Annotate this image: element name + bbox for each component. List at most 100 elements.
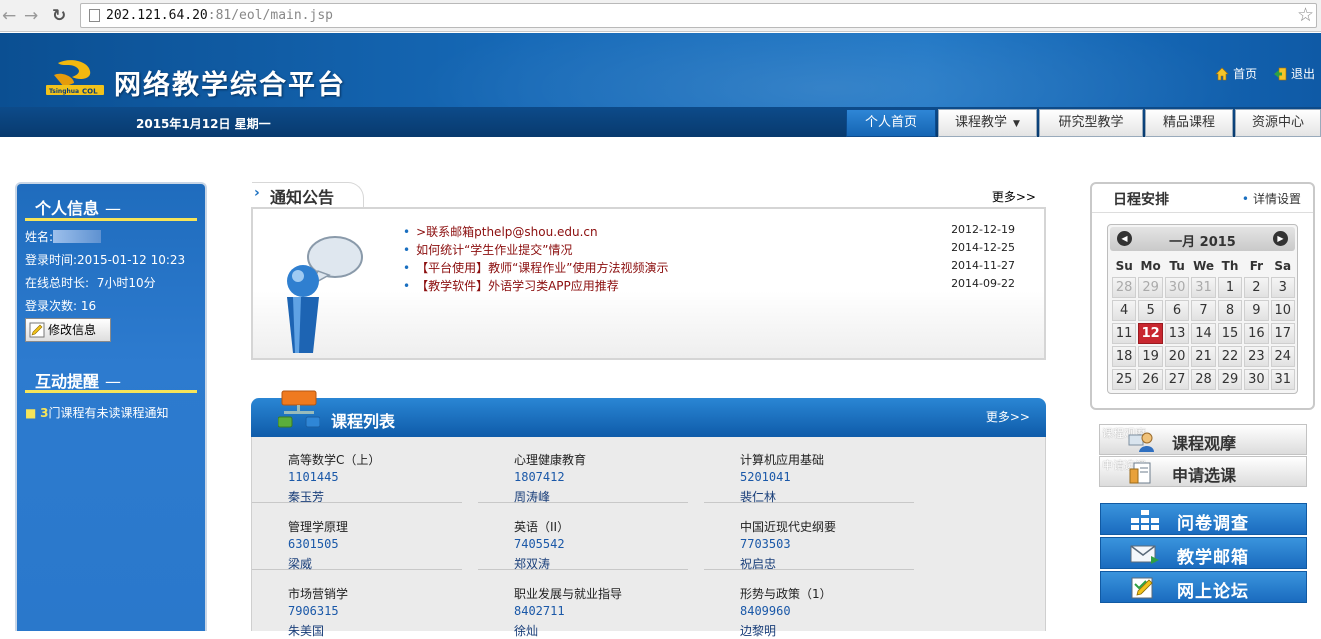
home-icon — [1215, 67, 1229, 81]
header-links: 首页 退出 — [1203, 65, 1315, 82]
calendar-day[interactable]: 23 — [1244, 346, 1269, 367]
tab-quality-courses[interactable]: 精品课程 — [1145, 109, 1233, 137]
calendar-day[interactable]: 6 — [1164, 300, 1190, 321]
tab-research-teaching[interactable]: 研究型教学 — [1039, 109, 1143, 137]
calendar-day[interactable]: 31 — [1270, 369, 1295, 390]
notice-header: › 通知公告 更多>> — [252, 182, 1046, 208]
calendar-day[interactable]: 5 — [1138, 300, 1163, 321]
forum-button[interactable]: 网上论坛 — [1100, 571, 1307, 603]
calendar-day[interactable]: 16 — [1244, 323, 1269, 344]
weekday-header: Fr — [1249, 259, 1264, 273]
course-card[interactable]: 心理健康教育 1807412 周涛峰 — [478, 437, 688, 504]
calendar-day[interactable]: 29 — [1138, 277, 1163, 298]
course-list-header: 课程列表 更多>> — [251, 398, 1046, 438]
calendar-day[interactable]: 29 — [1217, 369, 1243, 390]
calendar-day[interactable]: 1 — [1217, 277, 1243, 298]
list-item[interactable]: • 【平台使用】教师“课程作业”使用方法视频演示 2014-11-27 — [403, 259, 1023, 277]
survey-button[interactable]: 问卷调查 — [1100, 503, 1307, 535]
calendar-day[interactable]: 28 — [1112, 277, 1137, 298]
tab-resource-center[interactable]: 资源中心 — [1235, 109, 1321, 137]
edit-info-button[interactable]: 修改信息 — [25, 318, 111, 342]
personal-info-heading: 个人信息 — — [35, 199, 122, 218]
calendar-day[interactable]: 17 — [1270, 323, 1295, 344]
next-month-icon[interactable]: ▶ — [1273, 231, 1288, 246]
list-item[interactable]: • >联系邮箱pthelp@shou.edu.cn 2012-12-19 — [403, 223, 1023, 241]
document-icon — [1129, 462, 1151, 484]
calendar-day[interactable]: 8 — [1217, 300, 1243, 321]
weekday-header: Tu — [1169, 259, 1185, 273]
observer-person-icon — [1128, 432, 1154, 452]
calendar: ◀ 一月 2015 ▶ Su Mo Tu We Th Fr Sa 28 29 30 31 1 2 3 4 5… — [1107, 224, 1298, 394]
calendar-day[interactable]: 25 — [1112, 369, 1137, 390]
calendar-month: 一月 2015 — [1169, 235, 1236, 250]
calendar-day[interactable]: 21 — [1191, 346, 1216, 367]
weekday-header: Sa — [1274, 259, 1292, 273]
calendar-day[interactable]: 27 — [1164, 369, 1190, 390]
course-card[interactable]: 高等数学C（上） 1101445 秦玉芳 — [252, 437, 462, 504]
calendar-day[interactable]: 15 — [1217, 323, 1243, 344]
back-arrow-icon[interactable]: ← — [2, 6, 16, 26]
bookmark-star-icon[interactable]: ☆ — [1297, 5, 1314, 25]
course-more-link[interactable]: 更多>> — [986, 408, 1030, 425]
calendar-day[interactable]: 4 — [1112, 300, 1137, 321]
calendar-day[interactable]: 30 — [1164, 277, 1190, 298]
login-count-row: 登录次数: 16 — [25, 299, 97, 313]
address-bar[interactable]: 202.121.64.20:81/eol/main.jsp ☆ — [80, 3, 1317, 28]
calendar-day[interactable]: 2 — [1244, 277, 1269, 298]
calendar-day[interactable]: 7 — [1191, 300, 1216, 321]
weekday-header: We — [1193, 259, 1215, 273]
personal-info-panel: 个人信息 — 姓名: 登录时间:2015-01-12 10:23 在线总时长: 7… — [15, 182, 207, 631]
course-observe-button[interactable]: 课程观摩 课程观摩 — [1099, 424, 1307, 455]
calendar-day[interactable]: 19 — [1138, 346, 1163, 367]
forum-edit-icon — [1131, 577, 1153, 599]
calendar-day[interactable]: 11 — [1112, 323, 1137, 344]
course-card[interactable]: 市场营销学 7906315 朱美国 — [252, 571, 462, 638]
calendar-day[interactable]: 24 — [1270, 346, 1295, 367]
calendar-week: 28 29 30 31 1 2 3 — [1112, 277, 1295, 298]
name-redacted — [53, 230, 102, 243]
course-list-title: 课程列表 — [331, 412, 396, 431]
calendar-day[interactable]: 26 — [1138, 369, 1163, 390]
teaching-mail-button[interactable]: 教学邮箱 — [1100, 537, 1307, 569]
course-card[interactable]: 职业发展与就业指导 8402711 徐灿 — [478, 571, 688, 638]
tab-personal-home[interactable]: 个人首页 — [846, 109, 936, 137]
course-card[interactable]: 管理学原理 6301505 梁威 — [252, 504, 462, 571]
course-card[interactable]: 中国近现代史纲要 7703503 祝启忠 — [704, 504, 914, 571]
svg-text:COL: COL — [82, 88, 98, 96]
calendar-week: 25 26 27 28 29 30 31 — [1112, 369, 1295, 390]
course-card[interactable]: 计算机应用基础 5201041 裴仁林 — [704, 437, 914, 504]
calendar-day[interactable]: 28 — [1191, 369, 1216, 390]
edit-pencil-icon — [29, 322, 45, 338]
online-time-row: 在线总时长: 7小时10分 — [25, 276, 156, 290]
list-item[interactable]: • 如何统计“学生作业提交”情况 2014-12-25 — [403, 241, 1023, 259]
list-item[interactable]: • 【教学软件】外语学习类APP应用推荐 2014-09-22 — [403, 277, 1023, 295]
course-card[interactable]: 英语（II） 7405542 郑双涛 — [478, 504, 688, 571]
reload-icon[interactable]: ↻ — [52, 6, 66, 26]
calendar-day[interactable]: 13 — [1164, 323, 1190, 344]
calendar-week: 4 5 6 7 8 9 10 — [1112, 300, 1295, 321]
calendar-day[interactable]: 30 — [1244, 369, 1269, 390]
weekday-header: Mo — [1140, 259, 1161, 273]
apply-course-button[interactable]: 申请选课 申请选课 — [1099, 456, 1307, 487]
calendar-day[interactable]: 9 — [1244, 300, 1269, 321]
tab-course-teaching[interactable]: 课程教学 ▼ — [938, 109, 1037, 137]
course-card[interactable]: 形势与政策（1） 8409960 边黎明 — [704, 571, 914, 638]
notice-more-link[interactable]: 更多>> — [992, 188, 1036, 205]
forward-arrow-icon[interactable]: → — [24, 6, 38, 26]
home-link[interactable]: 首页 — [1215, 65, 1257, 82]
divider — [25, 390, 197, 393]
calendar-day[interactable]: 31 — [1191, 277, 1216, 298]
calendar-day[interactable]: 20 — [1164, 346, 1190, 367]
calendar-day-today[interactable]: 12 — [1138, 323, 1163, 344]
unread-notice-link[interactable]: ■ 3门课程有未读课程通知 — [25, 404, 169, 421]
calendar-day[interactable]: 18 — [1112, 346, 1137, 367]
survey-grid-icon — [1131, 510, 1159, 530]
calendar-day[interactable]: 10 — [1270, 300, 1295, 321]
logout-link[interactable]: 退出 — [1273, 65, 1315, 82]
mail-icon — [1130, 545, 1159, 564]
divider — [25, 218, 197, 221]
calendar-day[interactable]: 3 — [1270, 277, 1295, 298]
schedule-settings-link[interactable]: • 详情设置 — [1242, 190, 1301, 207]
calendar-day[interactable]: 14 — [1191, 323, 1216, 344]
calendar-day[interactable]: 22 — [1217, 346, 1243, 367]
